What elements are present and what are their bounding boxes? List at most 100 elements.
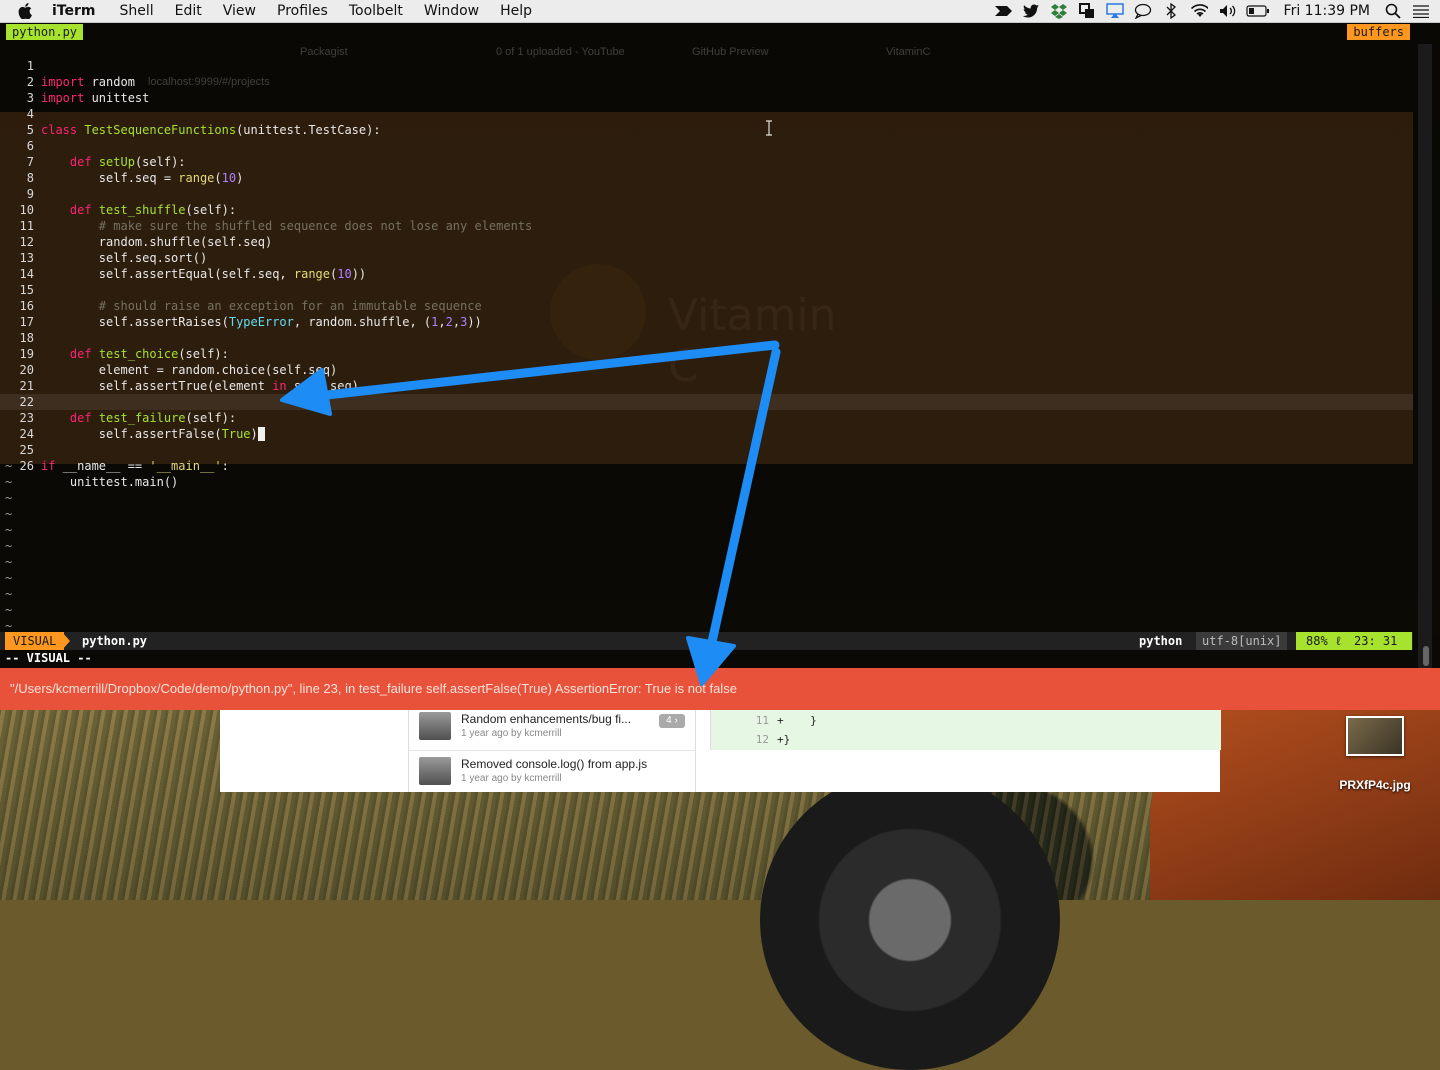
diff-code: + } (777, 714, 817, 727)
commit-count-badge[interactable]: 4 › (659, 714, 685, 728)
vim-tabline: python.py buffers (0, 22, 1440, 42)
code-text: : (221, 459, 229, 473)
code-text: unittest.main() (69, 475, 179, 489)
vim-status-encoding: utf-8[unix] (1196, 632, 1288, 650)
code-line: 19 element = random.choice(self.seq) (0, 330, 1413, 377)
image-thumbnail (1346, 716, 1404, 756)
list-icon[interactable] (1412, 3, 1430, 19)
empty-line-tilde: ~ (5, 603, 13, 617)
diff-line: 12 +} (711, 731, 1221, 749)
vim-command-line[interactable]: -- VISUAL -- (5, 650, 92, 666)
menu-shell[interactable]: Shell (119, 3, 153, 19)
code-line: 10 # make sure the shuffled sequence doe… (0, 186, 1413, 233)
volume-icon[interactable] (1218, 3, 1236, 19)
error-message: "/Users/kcmerrill/Dropbox/Code/demo/pyth… (10, 681, 737, 696)
vim-code-area[interactable]: 1 import random 2 import unittest 3 4 cl… (0, 42, 1413, 634)
empty-line-tilde: ~ (5, 475, 13, 489)
empty-line-tilde: ~ (5, 587, 13, 601)
vim-editor[interactable]: python.py buffers 1 import random 2 impo… (0, 22, 1440, 668)
code-line: 26 unittest.main() (0, 442, 1413, 489)
commit-meta: 1 year ago by kcmerrill (461, 728, 562, 739)
forward-icon[interactable] (994, 3, 1012, 19)
code-line: 5 (0, 106, 1413, 137)
code-text: __name__ == (55, 459, 150, 473)
code-line: 11 random.shuffle(self.seq) (0, 202, 1413, 249)
code-line: 1 import random (0, 42, 1413, 89)
chat-icon[interactable] (1134, 3, 1152, 19)
diff-line: 11 + } (711, 712, 1221, 730)
code-line: 7 self.seq = range(10) (0, 138, 1413, 185)
vim-status-percent: 88% ℓ (1306, 634, 1343, 648)
code-line: 6 def setUp(self): (0, 122, 1413, 169)
code-line: 22 def test_failure(self): (0, 378, 1413, 425)
vim-status-position: 88% ℓ 23: 31 (1296, 632, 1412, 650)
code-line: 17 (0, 298, 1413, 329)
scrollbar-thumb[interactable] (1423, 646, 1429, 666)
code-line: 14 (0, 250, 1413, 281)
dropbox-icon[interactable] (1050, 3, 1068, 19)
code-line: 21 (0, 362, 1413, 393)
commit-item[interactable]: Random enhancements/bug fi... 1 year ago… (409, 706, 695, 751)
desktop-file-icon[interactable]: PRXfP4c.jpg (1330, 712, 1420, 792)
empty-line-tilde: ~ (5, 507, 13, 521)
vim-tab-active[interactable]: python.py (6, 24, 84, 40)
macos-menubar: iTerm Shell Edit View Profiles Toolbelt … (0, 0, 1440, 23)
code-line: 20 self.assertTrue(element in self.seq) (0, 346, 1413, 393)
menubar-clock[interactable]: Fri 11:39 PM (1284, 3, 1370, 19)
twitter-icon[interactable] (1022, 3, 1040, 19)
vim-buffers-label[interactable]: buffers (1347, 24, 1410, 40)
vim-statusline: VISUAL python.py python utf-8[unix] 88% … (0, 632, 1413, 650)
iterm-window: Packagist 0 of 1 uploaded - YouTube GitH… (0, 22, 1440, 668)
code-line: 18 def test_choice(self): (0, 314, 1413, 361)
bluetooth-icon[interactable] (1162, 3, 1180, 19)
commit-item[interactable]: Removed console.log() from app.js 1 year… (409, 751, 695, 795)
empty-line-tilde: ~ (5, 523, 13, 537)
battery-icon[interactable] (1245, 3, 1270, 19)
string-literal: '__main__' (149, 459, 222, 473)
menu-app-iterm[interactable]: iTerm (52, 3, 95, 19)
menu-edit[interactable]: Edit (175, 3, 202, 19)
code-line: 4 class TestSequenceFunctions(unittest.T… (0, 90, 1413, 137)
commit-message: Removed console.log() from app.js (461, 757, 648, 771)
code-line: 2 import unittest (0, 58, 1413, 105)
diff-line-number: 11 (755, 714, 769, 727)
empty-line-tilde: ~ (5, 459, 13, 473)
menu-view[interactable]: View (223, 3, 256, 19)
vim-status-filename: python.py (82, 634, 148, 648)
code-line: 3 (0, 74, 1413, 105)
menubar-status-area: Fri 11:39 PM (984, 0, 1430, 22)
menu-help[interactable]: Help (500, 3, 532, 19)
vim-status-rowcol: 23: 31 (1354, 634, 1398, 648)
code-line-selected[interactable]: 23 self.assertFalse(True) (0, 394, 1413, 441)
code-line: 12 self.seq.sort() (0, 218, 1413, 265)
error-notification-banner[interactable]: "/Users/kcmerrill/Dropbox/Code/demo/pyth… (0, 668, 1440, 710)
empty-line-tilde: ~ (5, 571, 13, 585)
code-line: 24 (0, 410, 1413, 441)
code-line: 9 def test_shuffle(self): (0, 170, 1413, 217)
empty-line-tilde: ~ (5, 555, 13, 569)
copy-icon[interactable] (1078, 3, 1096, 19)
diff-code: +} (777, 733, 791, 746)
code-line: 13 self.assertEqual(self.seq, range(10)) (0, 234, 1413, 281)
vim-mode-indicator: VISUAL (5, 632, 65, 650)
menu-window[interactable]: Window (424, 3, 479, 19)
code-line: 16 self.assertRaises(TypeError, random.s… (0, 282, 1413, 329)
code-line: 8 (0, 154, 1413, 185)
terminal-scrollbar[interactable] (1418, 44, 1432, 668)
diff-panel: 11 + } 12 +} (710, 706, 1221, 750)
commit-meta: 1 year ago by kcmerrill (461, 773, 562, 784)
commit-message: Random enhancements/bug fi... (461, 712, 632, 726)
jeep-tire-image (760, 770, 1060, 1070)
airplay-icon[interactable] (1105, 3, 1124, 19)
menu-toolbelt[interactable]: Toolbelt (349, 3, 403, 19)
empty-line-tilde: ~ (5, 539, 13, 553)
code-line: 25 if __name__ == '__main__': (0, 426, 1413, 473)
search-icon[interactable] (1384, 3, 1402, 19)
commit-list: Random enhancements/bug fi... 1 year ago… (408, 706, 696, 792)
avatar (419, 757, 451, 785)
vim-status-filetype: python (1139, 634, 1183, 648)
menu-profiles[interactable]: Profiles (277, 3, 328, 19)
apple-menu-icon[interactable] (18, 3, 36, 19)
wifi-icon[interactable] (1190, 3, 1208, 19)
diff-line-number: 12 (755, 733, 769, 746)
